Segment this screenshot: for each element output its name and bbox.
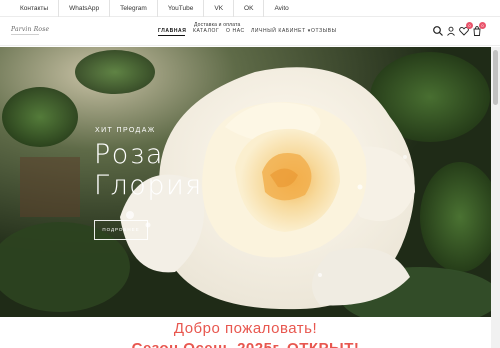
link-telegram[interactable]: Telegram [110,0,158,17]
link-avito[interactable]: Avito [264,0,298,17]
nav-catalog[interactable]: Каталог [193,28,219,34]
site-header: Parvin Rose Главная Доставка и оплата Ка… [0,17,500,46]
hero-title-line-1: Роза [94,139,164,170]
hero-details-button[interactable]: Подробнее [94,220,148,240]
welcome-heading: Добро пожаловать! [173,320,318,337]
link-ok[interactable]: OK [234,0,265,17]
logo-underline [11,34,39,35]
link-vk[interactable]: VK [204,0,235,17]
search-icon[interactable] [432,25,444,37]
link-contacts[interactable]: Контакты [12,0,60,17]
link-whatsapp[interactable]: WhatsApp [59,0,111,17]
social-links: Контакты WhatsApp Telegram YouTube VK OK… [12,0,299,17]
hero-title: Роза Глория [94,139,203,201]
nav-account-dropdown[interactable]: Личный кабинет ▾ [251,28,311,34]
hero-subtitle: Хит продаж [95,127,156,134]
logo[interactable]: Parvin Rose [11,26,49,33]
season-announcement: Сезон Осень 2025г. ОТКРЫТ! [0,340,491,348]
rose-photo [0,47,491,317]
nav-about[interactable]: О нас [226,28,245,34]
cart-icon[interactable]: 0 [471,22,486,37]
scrollbar-thumb[interactable] [493,50,498,105]
nav-active-indicator [158,35,185,36]
user-icon[interactable] [445,25,457,37]
hero-title-line-2: Глория [94,170,203,201]
top-bar: Контакты WhatsApp Telegram YouTube VK OK… [0,0,500,17]
link-youtube[interactable]: YouTube [158,0,205,17]
page-scrollbar[interactable] [491,47,500,348]
nav-home[interactable]: Главная [158,28,186,34]
nav-reviews[interactable]: Отзывы [311,28,337,34]
cart-count-badge: 0 [479,22,486,29]
hero-slider[interactable]: Хит продаж Роза Глория Подробнее [0,47,491,317]
heart-icon[interactable]: 0 [458,22,473,37]
